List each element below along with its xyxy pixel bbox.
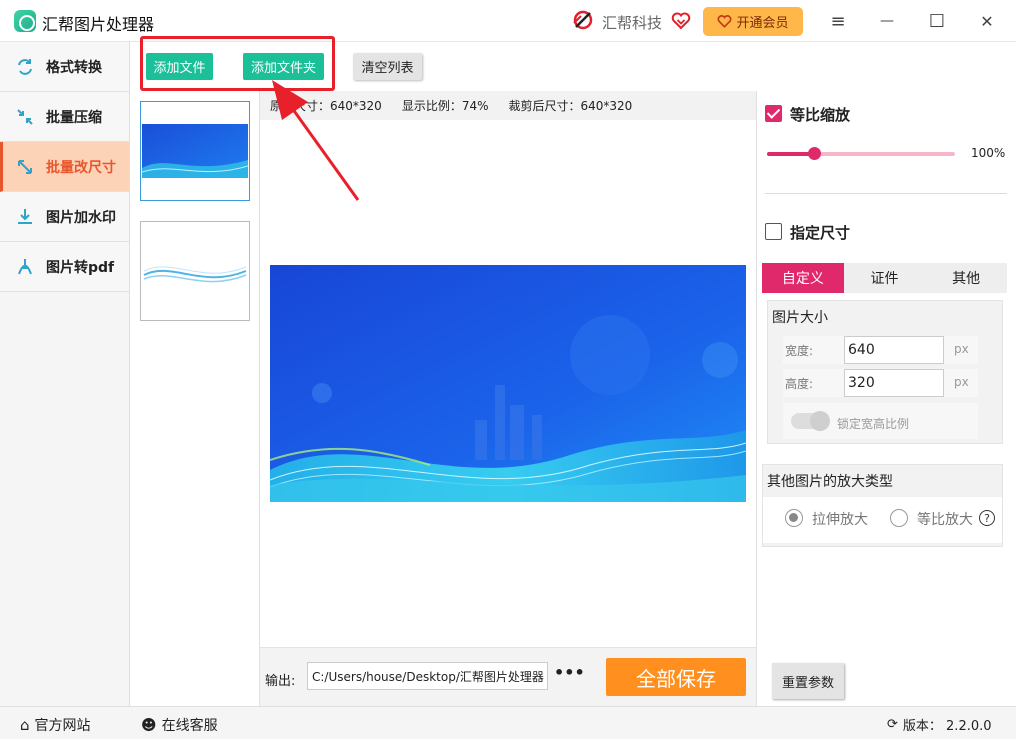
height-row: 高度: 320 px: [783, 369, 978, 397]
clear-list-button[interactable]: 清空列表: [353, 53, 422, 80]
app-title: 汇帮图片处理器: [42, 15, 155, 34]
cropped-size: 裁剪后尺寸：640*320: [508, 99, 633, 113]
height-input[interactable]: 320: [844, 369, 944, 397]
sidebar-item-label: 图片加水印: [46, 209, 116, 226]
sidebar: 格式转换 批量压缩 批量改尺寸 图片加水印 图片转pdf: [0, 42, 130, 706]
size-tabs: 自定义 证件 其他: [762, 263, 1007, 293]
heart-icon[interactable]: [671, 11, 691, 31]
proportional-enlarge-radio[interactable]: [890, 509, 908, 527]
status-bar: ⌂ 官方网站 ☻ 在线客服 ⟳ 版本： 2.2.0.0: [0, 706, 1016, 739]
reset-button[interactable]: 重置参数: [772, 663, 844, 699]
width-label: 宽度:: [785, 344, 814, 358]
version-info: ⟳ 版本： 2.2.0.0: [887, 715, 992, 734]
browse-more-button[interactable]: •••: [554, 663, 585, 682]
app-logo-icon: [14, 10, 36, 32]
online-support-label: 在线客服: [161, 718, 218, 734]
format-convert-icon: [14, 56, 36, 78]
tab-other[interactable]: 其他: [925, 263, 1007, 293]
tab-id-photo[interactable]: 证件: [844, 263, 926, 293]
preview-image: [270, 265, 746, 502]
close-icon[interactable]: ✕: [976, 10, 998, 32]
enlarge-type-title: 其他图片的放大类型: [767, 474, 893, 490]
sidebar-item-label: 批量改尺寸: [46, 159, 116, 176]
width-input[interactable]: 640: [844, 336, 944, 364]
resize-icon: [14, 156, 36, 178]
thumbnail-list: [130, 91, 260, 706]
minimize-icon[interactable]: —: [876, 10, 898, 32]
vip-button[interactable]: 开通会员: [703, 7, 803, 36]
specify-size-checkbox[interactable]: [765, 223, 782, 240]
sidebar-item-pdf[interactable]: 图片转pdf: [0, 242, 129, 292]
sidebar-item-label: 图片转pdf: [46, 259, 115, 276]
brand-name: 汇帮科技: [602, 14, 663, 32]
specify-size-label: 指定尺寸: [790, 224, 851, 242]
scale-slider-fill: [767, 152, 814, 156]
divider: [765, 193, 1007, 194]
lock-ratio-row: 锁定宽高比例: [783, 403, 978, 439]
thumbnail-item[interactable]: [140, 101, 250, 201]
display-ratio: 显示比例：74%: [401, 99, 489, 113]
help-icon[interactable]: ?: [979, 510, 995, 526]
output-bar: 输出: C:/Users/house/Desktop/汇帮图片处理器 ••• 全…: [260, 647, 756, 706]
version-label: 版本： 2.2.0.0: [902, 719, 992, 734]
vip-heart-icon: [718, 15, 732, 28]
width-row: 宽度: 640 px: [783, 336, 978, 364]
support-agent-icon: ☻: [141, 716, 157, 734]
proportional-scale-label: 等比缩放: [790, 106, 851, 124]
vip-label: 开通会员: [736, 16, 789, 31]
official-website-link[interactable]: ⌂ 官方网站: [20, 715, 91, 735]
sidebar-item-label: 批量压缩: [46, 109, 102, 126]
thumbnail-image: [142, 241, 248, 301]
stretch-enlarge-radio[interactable]: [785, 509, 803, 527]
pdf-icon: [14, 256, 36, 278]
height-unit: px: [954, 375, 969, 389]
maximize-icon[interactable]: ☐: [926, 10, 948, 32]
enlarge-type-group: 其他图片的放大类型 拉伸放大 等比放大 ?: [762, 464, 1003, 547]
enlarge-options: 拉伸放大 等比放大 ?: [763, 497, 1002, 543]
settings-panel: 等比缩放 100% 指定尺寸 自定义 证件 其他 图片大小 宽度: 640 px…: [756, 91, 1016, 706]
thumbnail-image: [142, 124, 248, 178]
sidebar-item-format-convert[interactable]: 格式转换: [0, 42, 129, 92]
save-all-button[interactable]: 全部保存: [606, 658, 746, 696]
thumbnail-item[interactable]: [140, 221, 250, 321]
refresh-icon[interactable]: ⟳: [887, 717, 898, 732]
lock-ratio-label: 锁定宽高比例: [837, 417, 910, 431]
output-path-field[interactable]: C:/Users/house/Desktop/汇帮图片处理器: [307, 662, 548, 690]
sidebar-item-compress[interactable]: 批量压缩: [0, 92, 129, 142]
sidebar-item-watermark[interactable]: 图片加水印: [0, 192, 129, 242]
scale-slider[interactable]: [767, 147, 955, 160]
image-size-group: 图片大小 宽度: 640 px 高度: 320 px 锁定宽高比例: [767, 300, 1003, 444]
watermark-icon: [14, 206, 36, 228]
official-website-label: 官方网站: [34, 718, 91, 734]
lock-ratio-toggle[interactable]: [791, 411, 830, 431]
home-icon: ⌂: [20, 716, 30, 734]
sidebar-item-resize[interactable]: 批量改尺寸: [0, 142, 129, 192]
image-size-title: 图片大小: [772, 310, 828, 326]
height-label: 高度:: [785, 377, 814, 391]
brand-logo-icon: [573, 10, 593, 30]
compress-icon: [14, 106, 36, 128]
scale-value: 100%: [971, 146, 1006, 160]
annotation-arrow: [272, 80, 360, 201]
width-unit: px: [954, 342, 969, 356]
tab-custom[interactable]: 自定义: [762, 263, 844, 293]
menu-icon[interactable]: ≡: [827, 10, 849, 32]
sidebar-item-label: 格式转换: [46, 59, 102, 76]
proportional-scale-checkbox[interactable]: [765, 105, 782, 122]
online-support-link[interactable]: ☻ 在线客服: [141, 715, 218, 735]
output-label: 输出:: [265, 674, 296, 689]
scale-slider-handle[interactable]: [808, 147, 821, 160]
stretch-enlarge-label: 拉伸放大: [812, 512, 868, 528]
proportional-enlarge-label: 等比放大: [917, 512, 973, 528]
